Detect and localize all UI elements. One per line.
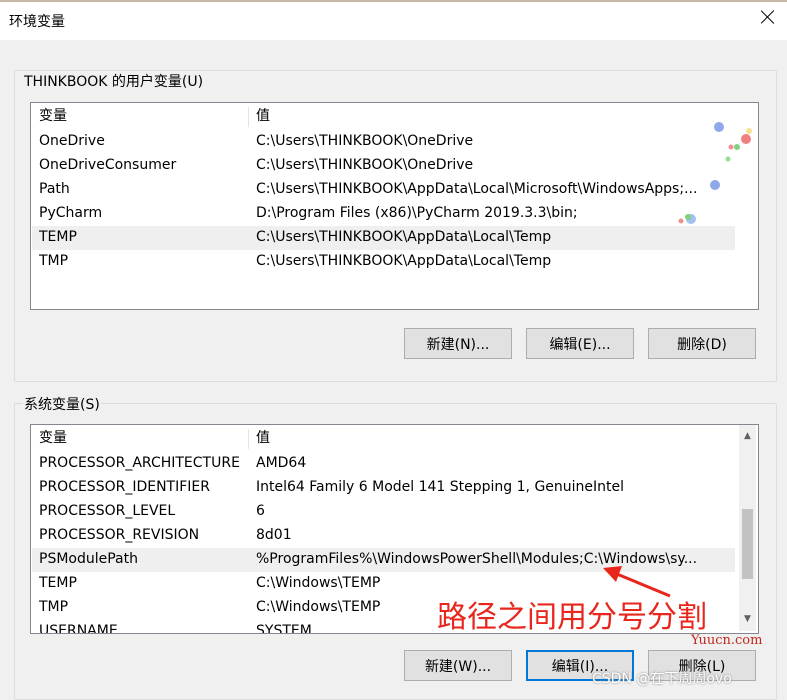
user-col-header-value[interactable]: 值: [256, 103, 270, 129]
system-table-row[interactable]: PROCESSOR_ARCHITECTURE AMD64: [32, 452, 735, 476]
user-var-value: D:\Program Files (x86)\PyCharm 2019.3.3\…: [256, 205, 578, 221]
close-icon[interactable]: [759, 8, 777, 26]
user-table-row[interactable]: TEMP C:\Users\THINKBOOK\AppData\Local\Tem…: [32, 226, 735, 250]
watermark-csdn: CSDN @在下周周ovo: [592, 671, 732, 687]
window-top-strip: [0, 0, 787, 2]
system-vars-group-label: 系统变量(S): [23, 394, 101, 414]
system-var-name: PROCESSOR_ARCHITECTURE: [39, 455, 240, 471]
system-vars-scrollbar[interactable]: ▲ ▼: [739, 425, 756, 631]
user-vars-list[interactable]: 变量 值 OneDrive C:\Users\THINKBOOK\OneDrive…: [30, 102, 759, 310]
system-col-header-value[interactable]: 值: [256, 425, 270, 451]
system-var-value: AMD64: [256, 455, 307, 471]
system-var-value: 6: [256, 503, 265, 519]
title-bar: 环境变量: [0, 0, 787, 40]
user-var-value: C:\Users\THINKBOOK\OneDrive: [256, 133, 474, 149]
user-table-row[interactable]: OneDriveConsumer C:\Users\THINKBOOK\OneDr…: [32, 154, 735, 178]
annotation-text: 路径之间用分号分割: [437, 600, 707, 635]
system-table-row[interactable]: PROCESSOR_LEVEL 6: [32, 500, 735, 524]
decorative-dots: [678, 122, 752, 224]
user-var-name: PyCharm: [39, 205, 103, 221]
system-new-button[interactable]: 新建(W)...: [404, 650, 512, 681]
window-title: 环境变量: [9, 14, 65, 30]
system-var-value: 8d01: [256, 527, 292, 543]
system-table-row[interactable]: PROCESSOR_REVISION 8d01: [32, 524, 735, 548]
user-table-row[interactable]: TMP C:\Users\THINKBOOK\AppData\Local\Temp: [32, 250, 735, 274]
system-var-name: PROCESSOR_LEVEL: [39, 503, 176, 519]
user-edit-button[interactable]: 编辑(E)...: [526, 328, 634, 359]
system-var-value: Intel64 Family 6 Model 141 Stepping 1, G…: [256, 479, 625, 495]
system-var-name: USERNAME: [39, 623, 118, 634]
user-col-header-name[interactable]: 变量: [39, 103, 67, 129]
user-table-row[interactable]: OneDrive C:\Users\THINKBOOK\OneDrive: [32, 130, 735, 154]
user-var-value: C:\Users\THINKBOOK\AppData\Local\Microso…: [256, 181, 698, 197]
user-delete-button[interactable]: 删除(D): [648, 328, 756, 359]
scroll-thumb[interactable]: [742, 509, 753, 579]
system-var-name: TEMP: [39, 575, 77, 591]
user-var-name: OneDriveConsumer: [39, 157, 177, 173]
user-vars-group-label: THINKBOOK 的用户变量(U): [23, 71, 205, 91]
system-var-name: PSModulePath: [39, 551, 138, 567]
user-var-name: Path: [39, 181, 70, 197]
user-var-name: TEMP: [39, 229, 77, 245]
system-var-value: SYSTEM: [256, 623, 312, 634]
watermark-site: Yuucn.com: [691, 633, 763, 648]
system-col-separator[interactable]: [248, 429, 249, 449]
system-var-name: TMP: [39, 599, 69, 615]
user-table-row[interactable]: PyCharm D:\Program Files (x86)\PyCharm 20…: [32, 202, 735, 226]
user-new-button[interactable]: 新建(N)...: [404, 328, 512, 359]
system-var-value: C:\Windows\TEMP: [256, 575, 381, 591]
system-col-header-name[interactable]: 变量: [39, 425, 67, 451]
system-table-row[interactable]: PROCESSOR_IDENTIFIER Intel64 Family 6 Mod…: [32, 476, 735, 500]
user-var-value: C:\Users\THINKBOOK\OneDrive: [256, 157, 474, 173]
user-var-value: C:\Users\THINKBOOK\AppData\Local\Temp: [256, 253, 552, 269]
user-var-name: TMP: [39, 253, 69, 269]
system-var-value: C:\Windows\TEMP: [256, 599, 381, 615]
user-var-name: OneDrive: [39, 133, 105, 149]
user-col-separator[interactable]: [248, 107, 249, 127]
scroll-down-icon[interactable]: ▼: [739, 611, 756, 628]
scroll-up-icon[interactable]: ▲: [739, 428, 756, 445]
user-var-value: C:\Users\THINKBOOK\AppData\Local\Temp: [256, 229, 552, 245]
system-var-name: PROCESSOR_REVISION: [39, 527, 200, 543]
system-var-name: PROCESSOR_IDENTIFIER: [39, 479, 210, 495]
user-table-row[interactable]: Path C:\Users\THINKBOOK\AppData\Local\Mic…: [32, 178, 735, 202]
